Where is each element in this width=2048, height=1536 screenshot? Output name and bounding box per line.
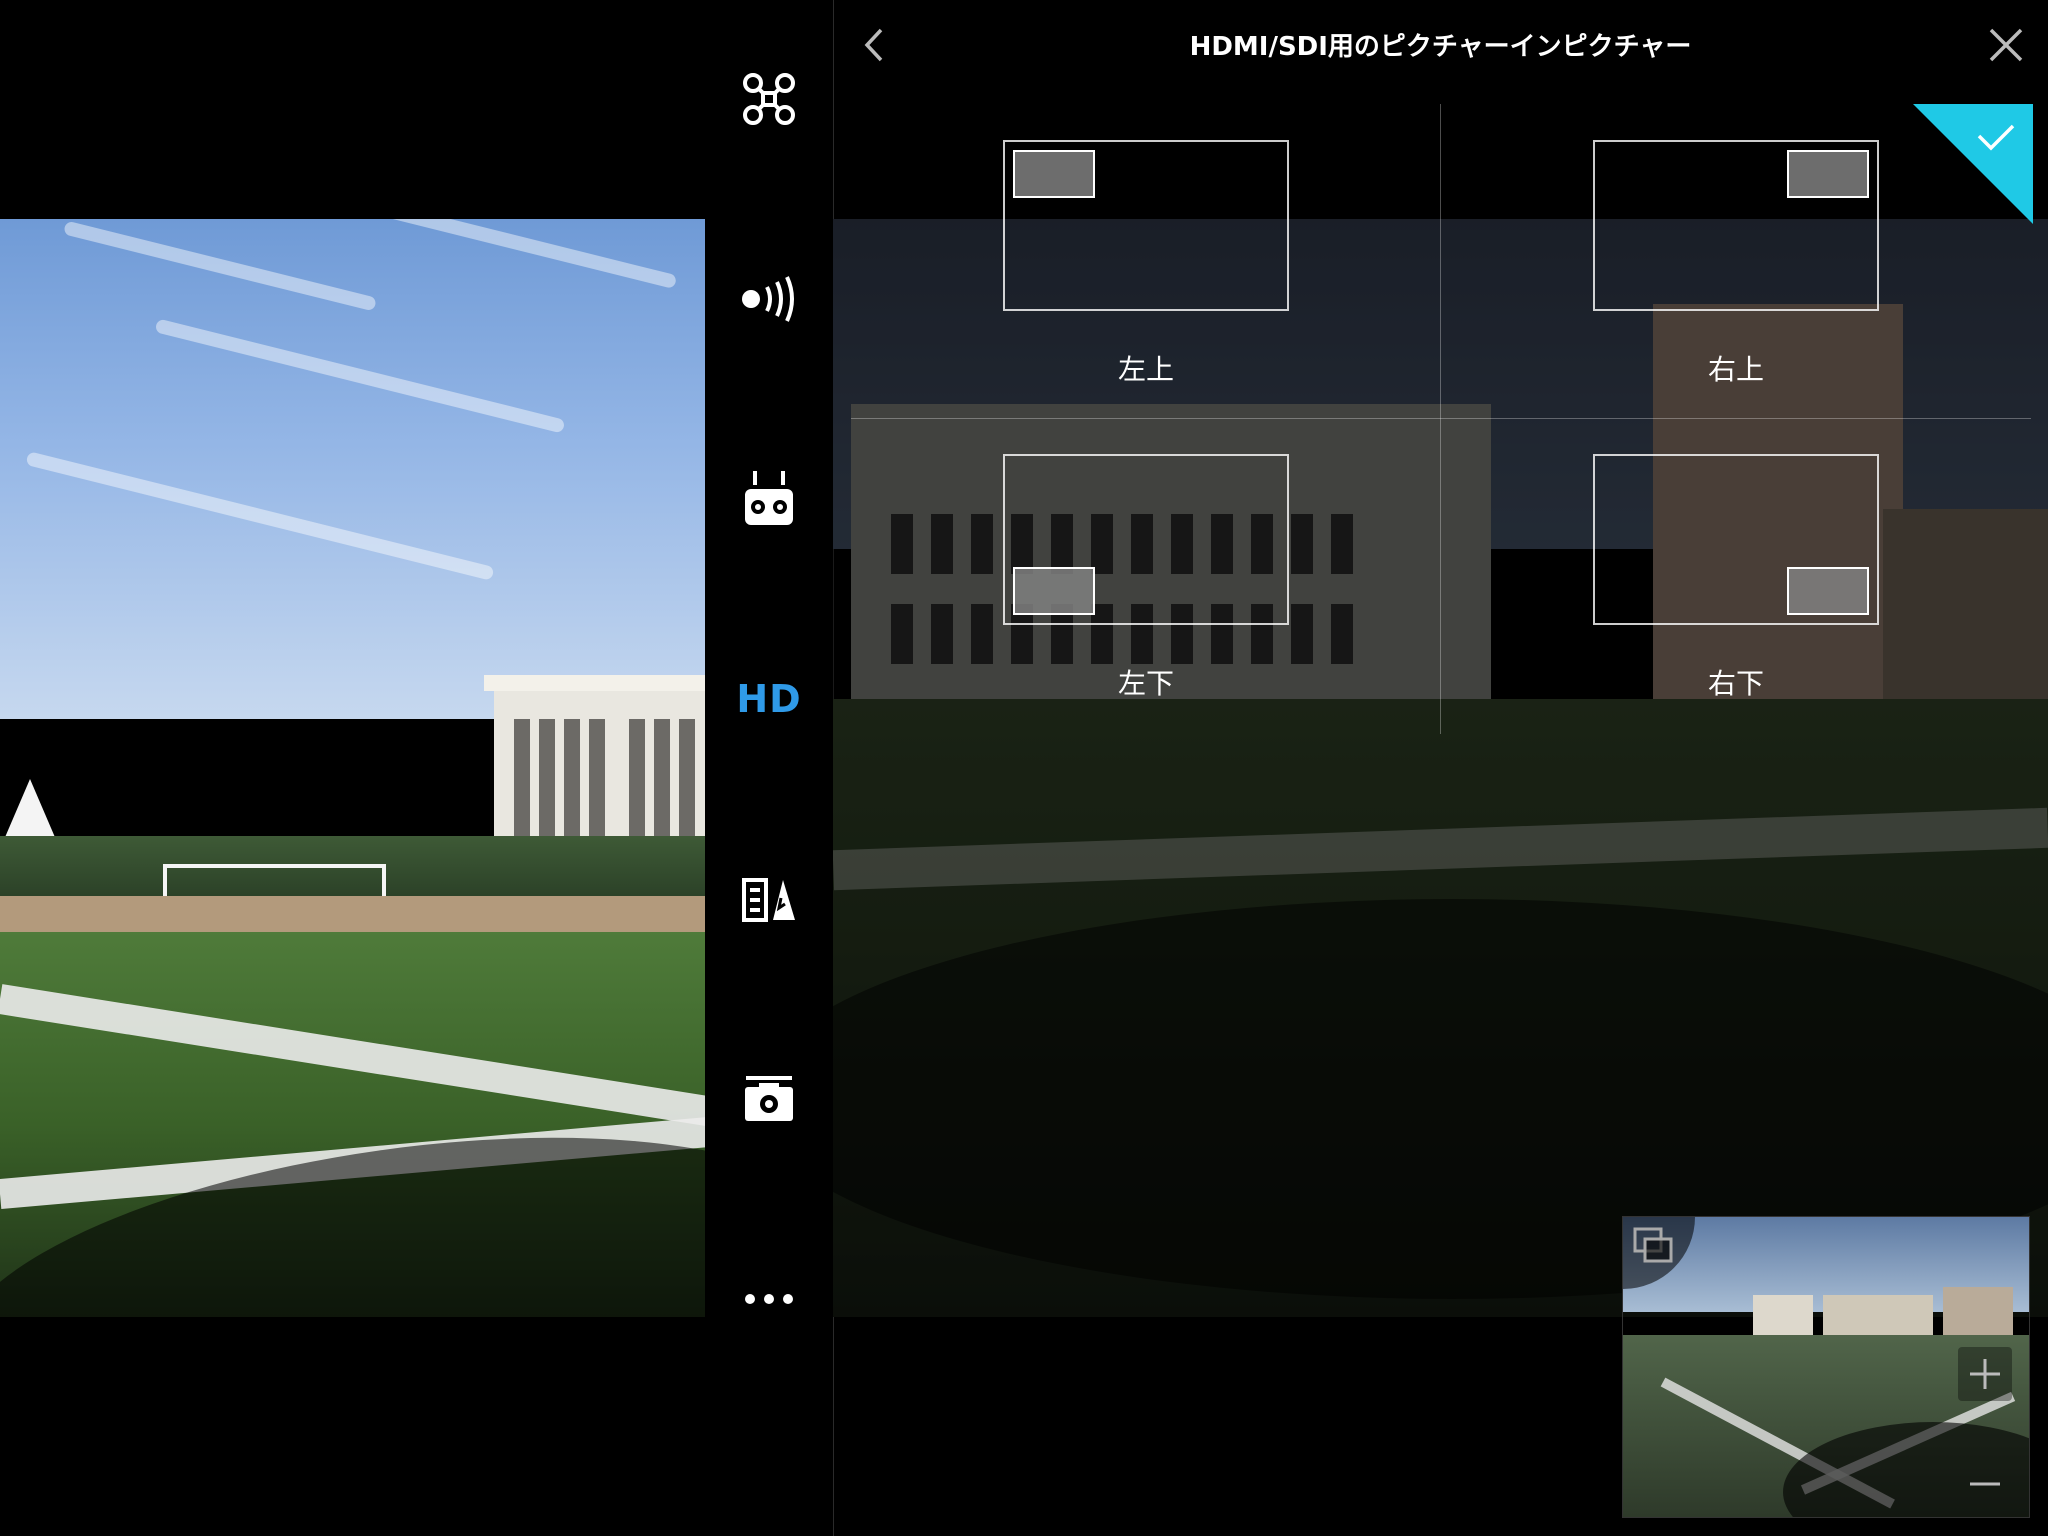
selected-indicator bbox=[1913, 104, 2033, 224]
pip-preview-window[interactable] bbox=[1622, 1216, 2030, 1518]
pip-window bbox=[1013, 567, 1095, 615]
signal-settings-button[interactable] bbox=[705, 200, 833, 398]
remote-controller-settings-button[interactable] bbox=[705, 400, 833, 598]
zoom-out-button[interactable] bbox=[1958, 1457, 2012, 1511]
pip-option-label: 左上 bbox=[1117, 353, 1174, 386]
pip-window bbox=[1013, 150, 1095, 198]
close-button[interactable] bbox=[1983, 22, 2029, 68]
zoom-in-button[interactable] bbox=[1958, 1347, 2012, 1401]
preview-building bbox=[1943, 1287, 2013, 1335]
pip-option-top-left[interactable]: 左上 bbox=[1003, 140, 1289, 386]
switch-view-icon bbox=[1633, 1227, 1673, 1263]
pip-option-label: 左下 bbox=[1117, 667, 1174, 700]
remote-controller-icon bbox=[745, 471, 793, 525]
pip-preview-frame bbox=[1003, 454, 1289, 625]
pip-window bbox=[1787, 150, 1869, 198]
pip-preview-frame bbox=[1593, 454, 1879, 625]
signal-icon bbox=[742, 276, 794, 322]
aircraft-settings-button[interactable] bbox=[705, 0, 833, 198]
battery-icon bbox=[742, 878, 795, 922]
settings-toolbar: HD bbox=[705, 0, 833, 1536]
pip-option-label: 右上 bbox=[1707, 353, 1764, 386]
plus-icon bbox=[1970, 1359, 2000, 1389]
page-title: HDMI/SDI用のピクチャーインピクチャー bbox=[1189, 32, 1692, 62]
aircraft-icon bbox=[743, 73, 795, 125]
pip-option-label: 右下 bbox=[1707, 667, 1764, 700]
more-settings-button[interactable] bbox=[705, 1200, 833, 1398]
pip-option-bottom-right[interactable]: 右下 bbox=[1593, 454, 1879, 700]
feed-track bbox=[0, 896, 705, 932]
pip-preview-frame bbox=[1003, 140, 1289, 311]
hd-icon: HD bbox=[736, 677, 802, 721]
camera-icon bbox=[745, 1076, 793, 1121]
pip-window bbox=[1787, 567, 1869, 615]
battery-settings-button[interactable] bbox=[705, 800, 833, 998]
more-icon bbox=[745, 1294, 793, 1304]
minus-icon bbox=[1970, 1482, 2000, 1486]
pip-preview-frame bbox=[1593, 140, 1879, 311]
grid-divider-horizontal bbox=[851, 418, 2031, 419]
preview-building bbox=[1823, 1295, 1933, 1335]
pip-option-bottom-left[interactable]: 左下 bbox=[1003, 454, 1289, 700]
preview-building bbox=[1753, 1295, 1813, 1335]
camera-live-view[interactable] bbox=[0, 219, 705, 1317]
camera-settings-button[interactable] bbox=[705, 1000, 833, 1198]
close-icon bbox=[1989, 28, 2023, 62]
hd-transmission-button[interactable]: HD bbox=[705, 600, 833, 798]
pip-option-top-right[interactable]: 右上 bbox=[1593, 140, 1879, 386]
grid-divider-vertical bbox=[1440, 104, 1441, 734]
